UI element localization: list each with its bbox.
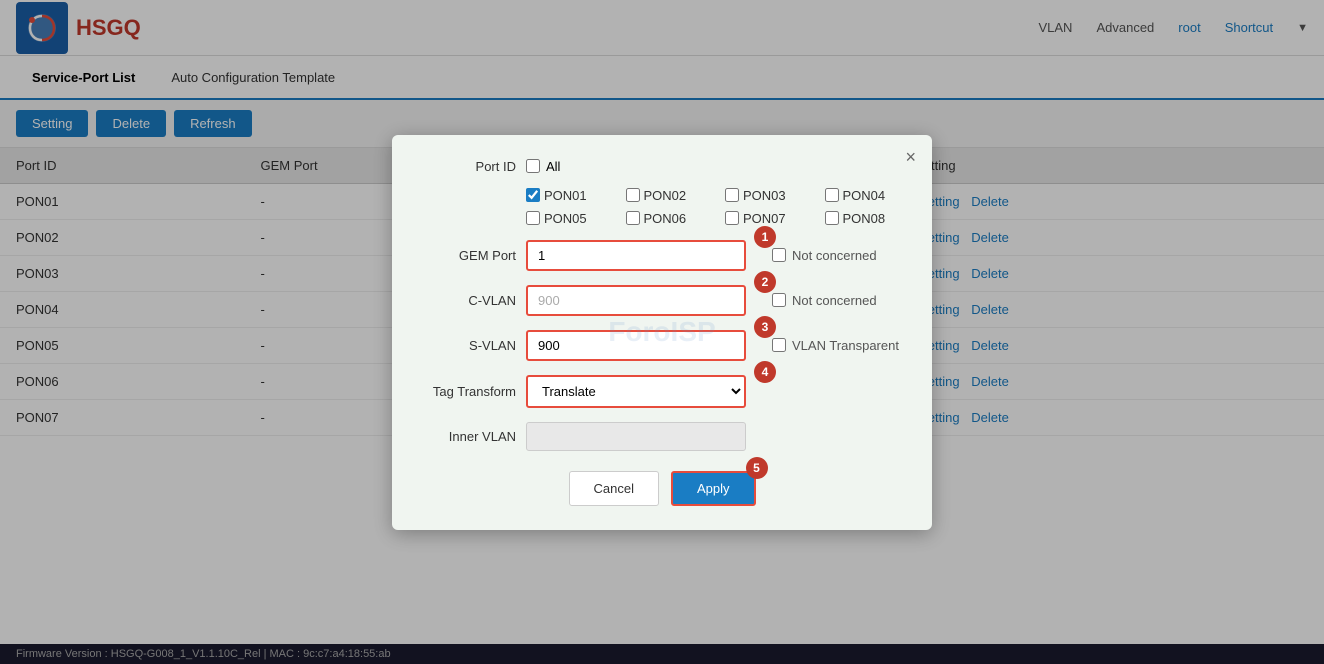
- pon02-checkbox[interactable]: [626, 188, 640, 202]
- svlan-label: S-VLAN: [416, 338, 516, 353]
- step-1-badge: 1: [754, 226, 776, 248]
- inner-vlan-row: Inner VLAN: [416, 422, 908, 451]
- pon07-checkbox[interactable]: [725, 211, 739, 225]
- gem-port-row: GEM Port 1 Not concerned: [416, 240, 908, 271]
- pon08-checkbox[interactable]: [825, 211, 839, 225]
- svlan-transparent-checkbox[interactable]: [772, 338, 786, 352]
- modal-close-button[interactable]: ×: [905, 147, 916, 168]
- port-pon05-item: PON05: [526, 211, 610, 226]
- all-checkbox[interactable]: [526, 159, 540, 173]
- port-pon07-item: PON07: [725, 211, 809, 226]
- tag-transform-select[interactable]: Translate Add Remove Replace: [526, 375, 746, 408]
- gem-not-concerned-label: Not concerned: [792, 248, 877, 263]
- inner-vlan-label: Inner VLAN: [416, 429, 516, 444]
- pon07-label: PON07: [743, 211, 786, 226]
- pon03-checkbox[interactable]: [725, 188, 739, 202]
- pon03-label: PON03: [743, 188, 786, 203]
- cvlan-input[interactable]: [526, 285, 746, 316]
- pon04-checkbox[interactable]: [825, 188, 839, 202]
- step-3-badge: 3: [754, 316, 776, 338]
- inner-vlan-input[interactable]: [526, 422, 746, 451]
- pon01-label: PON01: [544, 188, 587, 203]
- pon08-label: PON08: [843, 211, 886, 226]
- tag-transform-label: Tag Transform: [416, 384, 516, 399]
- port-pon01-item: PON01: [526, 188, 610, 203]
- cvlan-row: C-VLAN 2 Not concerned: [416, 285, 908, 316]
- port-id-row: Port ID All: [416, 159, 908, 174]
- pon05-label: PON05: [544, 211, 587, 226]
- cvlan-label: C-VLAN: [416, 293, 516, 308]
- all-label: All: [546, 159, 560, 174]
- modal-dialog: ForoISP × Port ID All PON01 PON02 PON03: [392, 135, 932, 530]
- pon04-label: PON04: [843, 188, 886, 203]
- pon05-checkbox[interactable]: [526, 211, 540, 225]
- port-pon03-item: PON03: [725, 188, 809, 203]
- gem-port-input[interactable]: [526, 240, 746, 271]
- cvlan-not-concerned-label: Not concerned: [792, 293, 877, 308]
- port-pon08-item: PON08: [825, 211, 909, 226]
- port-pon02-item: PON02: [626, 188, 710, 203]
- svlan-input[interactable]: [526, 330, 746, 361]
- step-4-badge: 4: [754, 361, 776, 383]
- port-row-1: PON01 PON02 PON03 PON04: [526, 188, 908, 203]
- pon06-label: PON06: [644, 211, 687, 226]
- cancel-button[interactable]: Cancel: [569, 471, 659, 506]
- pon01-checkbox[interactable]: [526, 188, 540, 202]
- svlan-row: S-VLAN 3 VLAN Transparent: [416, 330, 908, 361]
- tag-transform-row: Tag Transform Translate Add Remove Repla…: [416, 375, 908, 408]
- gem-port-label: GEM Port: [416, 248, 516, 263]
- apply-button[interactable]: Apply: [671, 471, 756, 506]
- pon02-label: PON02: [644, 188, 687, 203]
- cvlan-not-concerned-checkbox[interactable]: [772, 293, 786, 307]
- modal-overlay: ForoISP × Port ID All PON01 PON02 PON03: [0, 0, 1324, 664]
- pon06-checkbox[interactable]: [626, 211, 640, 225]
- gem-not-concerned-checkbox[interactable]: [772, 248, 786, 262]
- port-pon04-item: PON04: [825, 188, 909, 203]
- svlan-transparent-label: VLAN Transparent: [792, 338, 899, 353]
- step-5-badge: 5: [746, 457, 768, 479]
- port-row-2: PON05 PON06 PON07 PON08: [526, 211, 908, 226]
- step-2-badge: 2: [754, 271, 776, 293]
- port-pon06-item: PON06: [626, 211, 710, 226]
- port-id-label: Port ID: [416, 159, 516, 174]
- modal-footer: Cancel Apply 5: [416, 471, 908, 506]
